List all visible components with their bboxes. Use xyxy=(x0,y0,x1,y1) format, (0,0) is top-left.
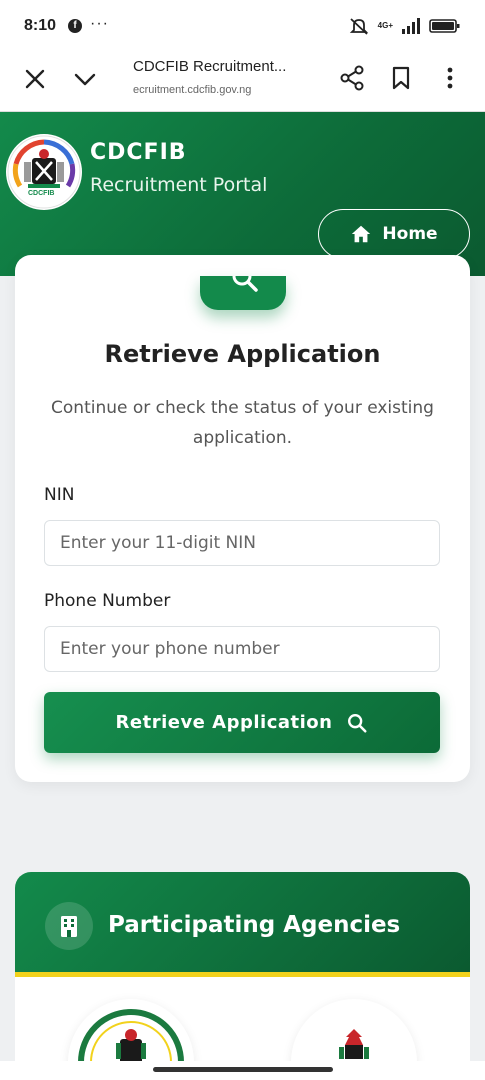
battery-icon xyxy=(429,19,460,33)
phone-input[interactable] xyxy=(44,626,440,672)
retrieve-button-label: Retrieve Application xyxy=(115,712,333,733)
site-header: CDCFIB CDCFIB Recruitment Portal Home xyxy=(0,112,485,276)
coat-of-arms-icon xyxy=(7,135,81,209)
browser-toolbar: CDCFIB Recruitment... ecruitment.cdcfib.… xyxy=(0,52,485,112)
participating-agencies-section: Participating Agencies xyxy=(15,872,470,1080)
status-time: 8:10 xyxy=(24,17,57,34)
logo-caption: CDCFIB xyxy=(28,190,55,197)
signal-icon xyxy=(402,18,420,34)
agencies-header: Participating Agencies xyxy=(15,872,470,977)
mute-icon xyxy=(349,18,368,35)
search-icon xyxy=(232,276,258,292)
bookmark-icon[interactable] xyxy=(388,64,414,92)
home-icon xyxy=(352,225,371,243)
more-notifications-icon: ··· xyxy=(90,15,109,32)
network-type-label: 4G+ xyxy=(377,21,393,30)
card-description: Continue or check the status of your exi… xyxy=(51,398,434,448)
search-icon xyxy=(348,713,368,733)
facebook-notification-icon: f xyxy=(68,19,82,33)
share-icon[interactable] xyxy=(338,64,366,92)
nin-label: NIN xyxy=(44,485,75,505)
building-icon xyxy=(45,902,93,950)
status-icons: 4G+ xyxy=(348,16,461,36)
browser-url[interactable]: ecruitment.cdcfib.gov.ng xyxy=(133,84,251,96)
card-icon-badge xyxy=(200,276,286,310)
cdcfib-logo[interactable]: CDCFIB xyxy=(6,134,82,210)
browser-page-title: CDCFIB Recruitment... xyxy=(133,58,287,75)
phone-label: Phone Number xyxy=(44,591,171,611)
card-title: Retrieve Application xyxy=(104,340,381,368)
home-button[interactable]: Home xyxy=(318,209,470,259)
close-icon[interactable] xyxy=(22,66,48,92)
gesture-bar[interactable] xyxy=(153,1067,333,1072)
nin-input[interactable] xyxy=(44,520,440,566)
chevron-down-icon[interactable] xyxy=(72,66,98,92)
kebab-menu-icon[interactable] xyxy=(440,64,460,92)
retrieve-application-button[interactable]: Retrieve Application xyxy=(44,692,440,753)
home-button-label: Home xyxy=(382,224,438,244)
brand-name: CDCFIB xyxy=(90,140,187,165)
agencies-title: Participating Agencies xyxy=(108,912,401,938)
brand-subtitle: Recruitment Portal xyxy=(90,174,268,196)
status-bar: 8:10 f ··· 4G+ xyxy=(0,0,485,52)
